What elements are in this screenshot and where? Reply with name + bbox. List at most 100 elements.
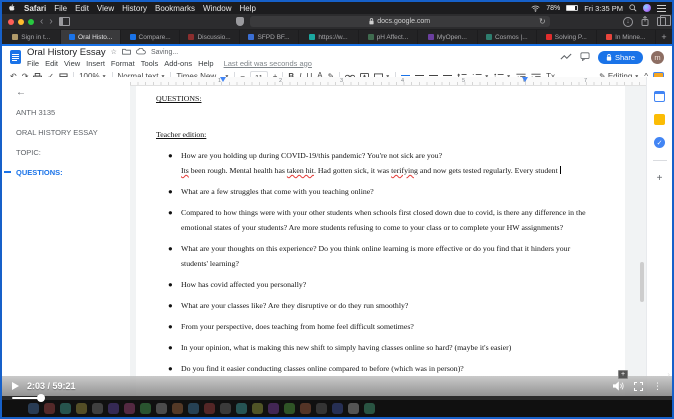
star-icon[interactable]: ☆ xyxy=(111,48,117,56)
tab-solving[interactable]: Solving P... xyxy=(537,30,596,44)
dock-app-icon[interactable] xyxy=(124,403,135,414)
google-docs-icon[interactable] xyxy=(10,50,21,64)
dock-app-icon[interactable] xyxy=(92,403,103,414)
calendar-icon[interactable] xyxy=(654,91,665,102)
new-tab-button[interactable]: + xyxy=(656,30,672,44)
tab-sfpd[interactable]: SFPD BF... xyxy=(240,30,299,44)
left-margin-marker[interactable] xyxy=(220,77,226,82)
tab-https[interactable]: https://w... xyxy=(299,30,358,44)
last-edit-link[interactable]: Last edit was seconds ago xyxy=(224,59,312,68)
docs-menu-insert[interactable]: Insert xyxy=(86,59,105,68)
outline-item-active[interactable]: QUESTIONS: xyxy=(16,168,130,177)
docs-menu-tools[interactable]: Tools xyxy=(141,59,159,68)
dock-app-icon[interactable] xyxy=(316,403,327,414)
share-sheet-icon[interactable] xyxy=(641,16,649,28)
volume-icon[interactable] xyxy=(612,381,624,391)
seek-bar[interactable] xyxy=(2,396,672,400)
tab-oral-history[interactable]: Oral Histo... xyxy=(61,30,120,44)
privacy-shield-icon[interactable] xyxy=(236,17,244,26)
menubar-item-view[interactable]: View xyxy=(97,4,114,13)
sidebar-toggle-icon[interactable] xyxy=(59,17,70,26)
tab-compare[interactable]: Compare... xyxy=(121,30,180,44)
tab-sign-in[interactable]: Sign in t... xyxy=(2,30,61,44)
forward-button[interactable]: › xyxy=(49,17,52,27)
dock-app-icon[interactable] xyxy=(76,403,87,414)
docs-menu-view[interactable]: View xyxy=(64,59,80,68)
back-button[interactable]: ‹ xyxy=(40,17,43,27)
dock-app-icon[interactable] xyxy=(156,403,167,414)
dock-app-icon[interactable] xyxy=(300,403,311,414)
safari-toolbar: ‹ › docs.google.com ↻ ↓ xyxy=(2,14,672,30)
share-button[interactable]: Share xyxy=(598,51,643,64)
dock-app-icon[interactable] xyxy=(44,403,55,414)
docs-menu-help[interactable]: Help xyxy=(198,59,213,68)
dock-app-icon[interactable] xyxy=(220,403,231,414)
docs-menu-edit[interactable]: Edit xyxy=(45,59,58,68)
menubar-item-window[interactable]: Window xyxy=(203,4,231,13)
dock-app-icon[interactable] xyxy=(108,403,119,414)
address-bar[interactable]: docs.google.com ↻ xyxy=(250,16,550,27)
dock-app-icon[interactable] xyxy=(348,403,359,414)
tasks-icon[interactable]: ✓ xyxy=(654,137,665,148)
more-options-icon[interactable]: ⋮ xyxy=(653,382,662,391)
menubar-item-file[interactable]: File xyxy=(54,4,67,13)
ruler[interactable]: 1 2 3 4 5 6 7 xyxy=(130,77,646,86)
docs-menu-file[interactable]: File xyxy=(27,59,39,68)
notification-center-icon[interactable] xyxy=(657,5,666,12)
dock-app-icon[interactable] xyxy=(284,403,295,414)
outline-item[interactable]: ANTH 3135 xyxy=(16,108,130,117)
document-scrollbar[interactable] xyxy=(640,262,644,302)
siri-icon[interactable] xyxy=(643,4,651,12)
dock-app-icon[interactable] xyxy=(172,403,183,414)
dock-app-icon[interactable] xyxy=(60,403,71,414)
account-avatar[interactable]: m xyxy=(651,51,664,64)
dock-app-icon[interactable] xyxy=(28,403,39,414)
close-outline-icon[interactable]: ← xyxy=(16,87,130,98)
play-button[interactable] xyxy=(12,382,19,390)
document-title[interactable]: Oral History Essay xyxy=(27,47,106,58)
tab-ph-affect[interactable]: pH Affect... xyxy=(359,30,418,44)
dock-app-icon[interactable] xyxy=(252,403,263,414)
reload-icon[interactable]: ↻ xyxy=(539,17,546,26)
tab-in-minne[interactable]: In Minne... xyxy=(597,30,656,44)
dock-app-icon[interactable] xyxy=(332,403,343,414)
keep-icon[interactable] xyxy=(654,114,665,125)
apple-icon[interactable] xyxy=(8,4,16,12)
add-addon-button[interactable]: + xyxy=(657,173,663,184)
fullscreen-icon[interactable] xyxy=(634,382,643,391)
dock-app-icon[interactable] xyxy=(188,403,199,414)
menubar-item-safari[interactable]: Safari xyxy=(24,4,46,13)
pip-icon[interactable]: + xyxy=(618,370,628,379)
tab-discussion[interactable]: Discussio... xyxy=(180,30,239,44)
docs-menu-format[interactable]: Format xyxy=(111,59,135,68)
document-page[interactable]: QUESTIONS: Teacher edition: ● How are yo… xyxy=(136,86,625,417)
minimize-window-button[interactable] xyxy=(18,19,24,25)
downloads-icon[interactable]: ↓ xyxy=(623,17,633,27)
menubar-item-bookmarks[interactable]: Bookmarks xyxy=(155,4,195,13)
question-item: ●What are your thoughts on this experien… xyxy=(156,241,599,271)
right-margin-marker[interactable] xyxy=(522,77,528,82)
insights-icon[interactable] xyxy=(560,48,572,66)
wifi-icon[interactable] xyxy=(531,5,540,12)
move-folder-icon[interactable] xyxy=(122,48,131,57)
tab-cosmos[interactable]: Cosmos |... xyxy=(478,30,537,44)
tab-myopen[interactable]: MyOpen... xyxy=(418,30,477,44)
outline-item[interactable]: ORAL HISTORY ESSAY xyxy=(16,128,130,137)
player-chevron-icon[interactable]: › xyxy=(667,370,670,379)
docs-menu-addons[interactable]: Add-ons xyxy=(164,59,192,68)
dock-app-icon[interactable] xyxy=(268,403,279,414)
tab-overview-icon[interactable] xyxy=(657,17,666,26)
dock-app-icon[interactable] xyxy=(204,403,215,414)
dock-app-icon[interactable] xyxy=(140,403,151,414)
menubar-item-help[interactable]: Help xyxy=(239,4,255,13)
menubar-item-history[interactable]: History xyxy=(122,4,147,13)
comment-history-icon[interactable] xyxy=(580,48,590,66)
dock-app-icon[interactable] xyxy=(236,403,247,414)
spotlight-icon[interactable] xyxy=(629,4,637,12)
saving-status: Saving... xyxy=(151,49,178,56)
outline-item[interactable]: TOPIC: xyxy=(16,148,130,157)
close-window-button[interactable] xyxy=(8,19,14,25)
dock-app-icon[interactable] xyxy=(364,403,375,414)
zoom-window-button[interactable] xyxy=(28,19,34,25)
menubar-item-edit[interactable]: Edit xyxy=(75,4,89,13)
